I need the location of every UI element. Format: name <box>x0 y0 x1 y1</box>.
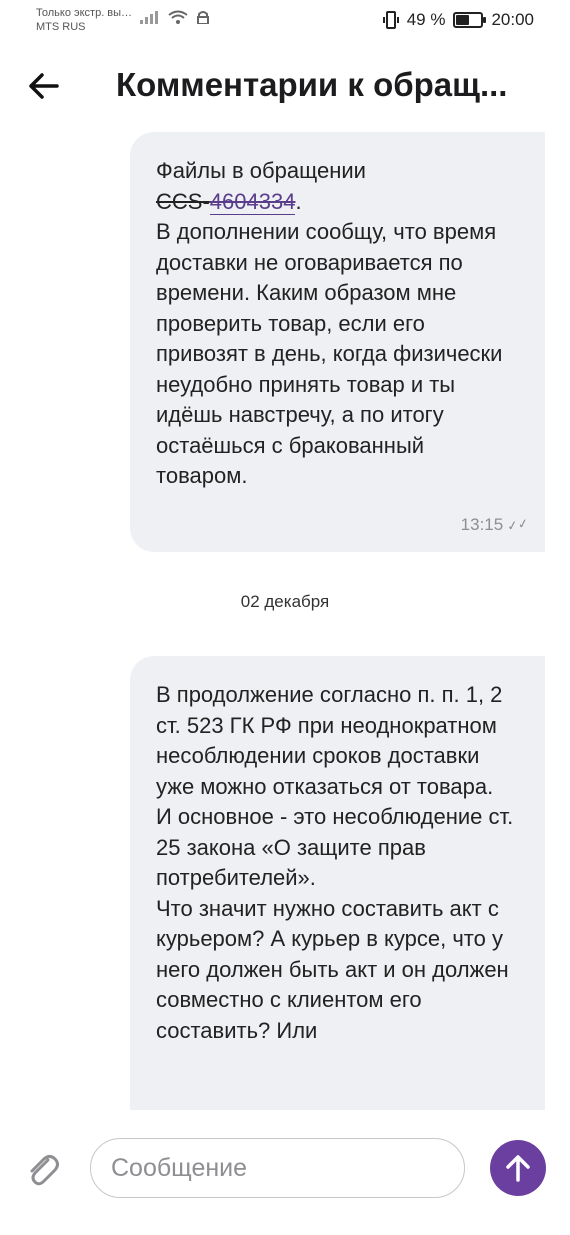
message-list[interactable]: Файлы в обращении CCS-4604334. В дополне… <box>0 120 570 1110</box>
ticket-link[interactable]: 4604334 <box>209 188 296 215</box>
battery-icon <box>453 12 487 28</box>
read-checks-icon: ✓✓ <box>505 514 531 534</box>
page-title: Комментарии к обращ... <box>116 66 508 103</box>
carrier-line-1: Только экстр. вы… <box>36 7 133 19</box>
ticket-prefix: CCS- <box>156 188 210 214</box>
ticket-reference: CCS-4604334. <box>156 187 517 218</box>
arrow-up-icon <box>506 1155 530 1182</box>
message-text: В дополнении сообщу, что время доставки … <box>156 219 503 488</box>
battery-percent: 49 % <box>406 10 446 29</box>
carrier-line-2: MTS RUS <box>36 21 86 33</box>
message-text: В продолжение согласно п. п. 1, 2 ст. 52… <box>156 682 514 1043</box>
status-right: 49 % 20:00 <box>382 10 534 30</box>
attach-button[interactable] <box>26 1150 62 1190</box>
arrow-left-icon <box>29 73 59 99</box>
date-separator: 02 декабря <box>240 592 330 611</box>
message-bubble: В продолжение согласно п. п. 1, 2 ст. 52… <box>130 656 545 1110</box>
files-label: Файлы в обращении <box>156 158 366 183</box>
wifi-icon <box>168 10 188 24</box>
clock: 20:00 <box>491 10 534 29</box>
lock-icon <box>197 11 209 24</box>
status-bar: Только экстр. вы… MTS RUS 49 % 20:00 <box>0 0 570 44</box>
vibrate-icon <box>382 11 399 29</box>
signal-icon <box>140 11 158 24</box>
signal-icons <box>140 10 210 24</box>
app-header: Комментарии к обращ... <box>0 50 570 120</box>
message-time: 13:15 <box>460 514 504 534</box>
send-button[interactable] <box>490 1140 546 1196</box>
message-meta: 13:15 ✓✓ <box>460 510 531 541</box>
ticket-suffix: . <box>295 188 302 214</box>
message-input[interactable] <box>90 1138 465 1198</box>
paperclip-icon <box>30 1155 59 1186</box>
message-bubble: Файлы в обращении CCS-4604334. В дополне… <box>130 132 545 552</box>
composer-bar <box>0 1110 570 1235</box>
carrier-info: Только экстр. вы… MTS RUS <box>36 6 132 34</box>
back-button[interactable] <box>22 64 66 108</box>
